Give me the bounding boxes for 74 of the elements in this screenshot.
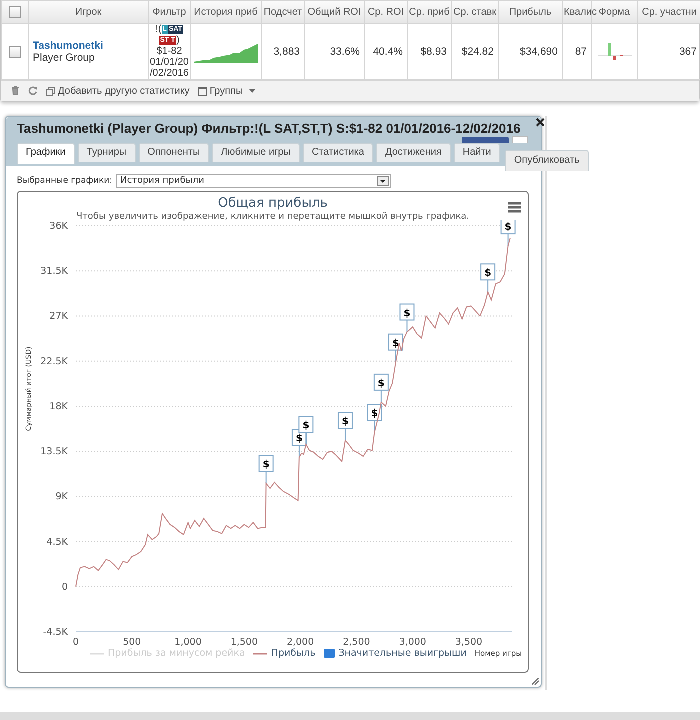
checkbox[interactable] (9, 6, 21, 18)
tab[interactable]: Достижения (376, 143, 451, 162)
y-tick-label: 36K (50, 221, 68, 232)
annotation: $ (378, 378, 385, 390)
legend-line-icon (253, 652, 268, 656)
copy-icon (46, 86, 55, 96)
x-tick-label: 2,500 (343, 637, 370, 648)
filter-text: /02/2016 (150, 68, 189, 79)
column-header[interactable]: Квалис (564, 6, 598, 18)
annotation: $ (504, 222, 512, 234)
x-tick-label: 500 (123, 637, 142, 648)
stat-value: 33.6% (330, 46, 360, 58)
x-tick-label: 2,000 (286, 637, 314, 648)
checkbox[interactable] (9, 46, 21, 58)
groups-button[interactable]: Группы (198, 86, 256, 96)
add-statistic-button[interactable]: Добавить другую статистику (46, 86, 190, 96)
x-tick-label: 3,500 (455, 637, 483, 648)
legend-item[interactable]: Прибыль (253, 648, 316, 659)
publish-button[interactable]: Опубликовать (505, 150, 589, 171)
chart-select[interactable]: История прибыли (116, 174, 391, 188)
stat-value: 40.4% (373, 46, 403, 58)
filter-text: 01/01/20 (150, 57, 189, 68)
resize-grip-icon[interactable] (532, 678, 539, 685)
stat-value: $24.82 (462, 46, 494, 58)
delete-icon[interactable] (11, 86, 20, 96)
y-tick-label: 0 (62, 582, 68, 593)
annotation: $ (296, 434, 303, 445)
chart-subtitle: Чтобы увеличить изображение, кликните и перетащите мышкой внутрь графика. (75, 212, 471, 222)
y-tick-label: 31.5K (40, 266, 68, 278)
y-tick-label: 27K (50, 311, 68, 322)
player-group: Player Group (33, 52, 144, 64)
annotation: $ (342, 416, 349, 428)
x-tick-label: 1,500 (230, 637, 258, 648)
player-link[interactable]: Tashumonetki (33, 40, 144, 52)
tab[interactable]: Оппоненты (138, 143, 210, 162)
refresh-icon[interactable] (28, 86, 38, 96)
annotation: $ (262, 460, 270, 471)
tab[interactable]: Найти (454, 143, 500, 162)
stat-value: 3,883 (274, 46, 300, 58)
tab[interactable]: Турниры (78, 143, 136, 162)
legend-item[interactable]: Значительные выигрыши (324, 648, 467, 659)
filter-text: $1-82 (156, 46, 182, 57)
y-tick-label: 18K (50, 401, 68, 412)
annotation: $ (371, 408, 378, 420)
stat-value: 367 (679, 46, 697, 58)
form-bar-chart (598, 40, 632, 62)
x-tick-label: 0 (72, 637, 80, 648)
x-tick-label: 3,000 (399, 637, 426, 648)
menu-icon[interactable] (508, 202, 521, 213)
column-header[interactable]: Игрок (75, 6, 102, 18)
annotation: $ (404, 308, 411, 320)
y-tick-label: 13.5K (40, 446, 68, 458)
y-tick-label: -4.5K (43, 627, 68, 638)
filter-bracket: !( (156, 24, 162, 35)
y-tick-label: 9K (56, 492, 68, 503)
dialog-title: Tashumonetki (Player Group) Фильтр:!(L SAT,ST,T) S:$1-82 01/01/2016-12/02/2016 (17, 121, 521, 137)
legend-line-icon (90, 652, 104, 656)
window-icon (198, 86, 207, 96)
stat-value: $8.93 (420, 46, 447, 58)
tab[interactable]: Любимые игры (212, 143, 300, 162)
annotation: $ (484, 268, 492, 280)
filter-bracket: ) (176, 35, 180, 46)
stat-value: $34,690 (520, 46, 558, 58)
chart-selector-label: Выбранные графики: (17, 176, 113, 186)
chart-title: Общая прибыль (218, 195, 328, 211)
x-tick-label: 1,000 (174, 637, 202, 648)
close-icon[interactable] (536, 118, 545, 127)
tab[interactable]: Графики (17, 143, 75, 164)
annotation: $ (302, 420, 310, 432)
y-tick-label: 4.5K (46, 536, 68, 548)
stat-value: 87 (575, 46, 587, 58)
tab[interactable]: Статистика (302, 143, 374, 162)
annotation: $ (392, 338, 400, 350)
y-tick-label: 22.5K (40, 356, 68, 368)
